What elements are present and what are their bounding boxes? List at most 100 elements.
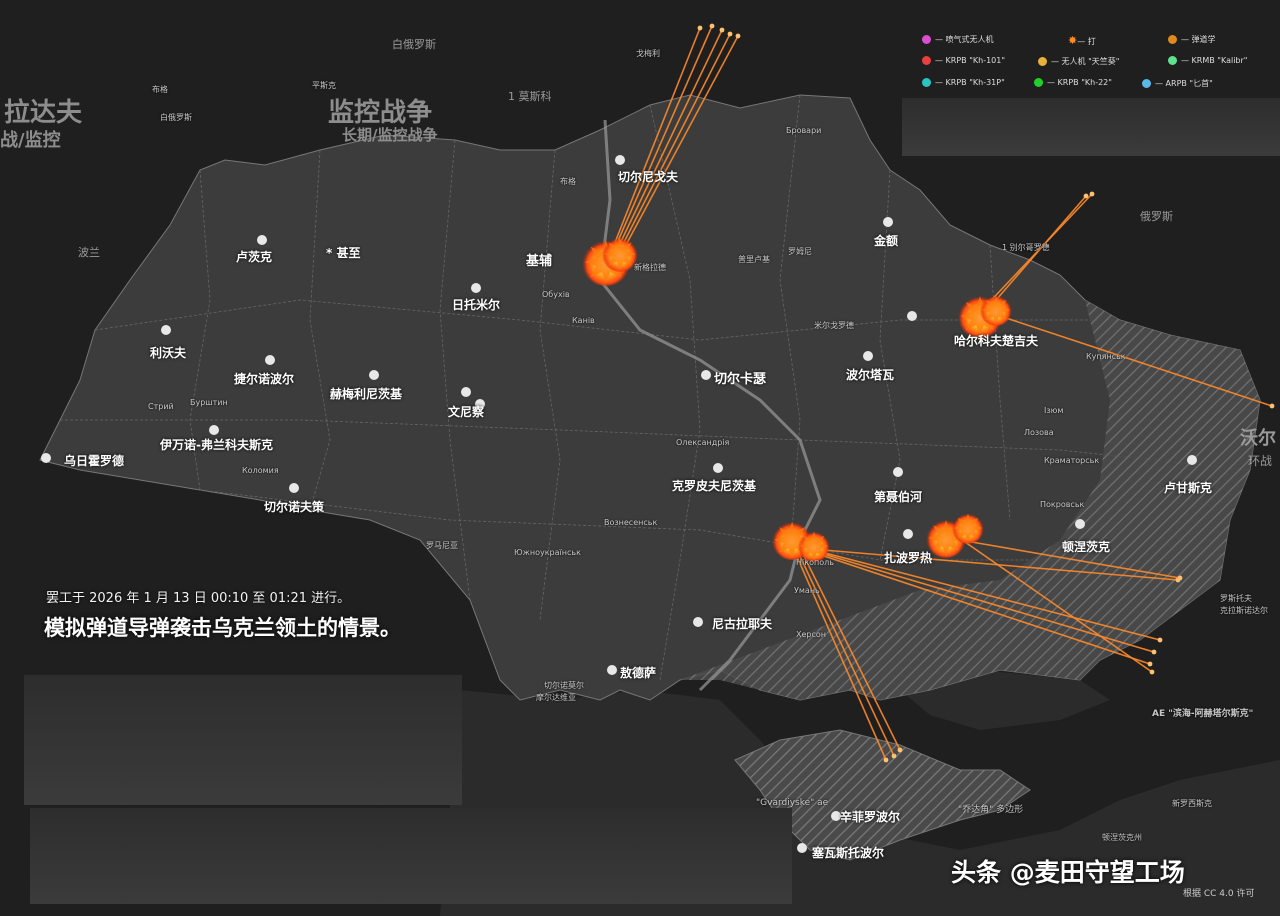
small-label: 新格拉德 [634, 263, 666, 272]
missile-head [709, 23, 715, 29]
blank-panel-left [24, 675, 462, 805]
small-label: Обухів [542, 290, 570, 299]
legend-blank-panel [902, 98, 1280, 156]
city-ternopil: 捷尔诺波尔 [234, 372, 295, 386]
small-label: Коломия [242, 466, 279, 475]
small-label: Ізюм [1044, 406, 1064, 415]
small-label: Херсон [796, 630, 827, 639]
label-mozyr: 1 莫斯科 [508, 90, 552, 103]
missile-head [1157, 637, 1163, 643]
small-label: 1 别尔哥罗德 [1002, 243, 1050, 252]
kalibr-icon [1168, 56, 1177, 65]
city-uzhhorod: 乌日霍罗德 [64, 454, 125, 468]
small-label: Покровськ [1040, 500, 1085, 509]
legend: — 喷气式无人机 ✸— 打 — 弹道学 — KRPB "Kh-101" — 无人… [912, 28, 1272, 100]
legend-item: — KRMB "Kalibr" [1168, 56, 1247, 65]
city-marker [607, 665, 617, 675]
city-odesa: 敖德萨 [620, 666, 657, 680]
city-khmelnytskyi: 赫梅利尼茨基 [330, 387, 403, 401]
small-label: Купянськ [1086, 352, 1126, 361]
small-label: Лозова [1024, 428, 1054, 437]
small-label: 罗马尼亚 [426, 541, 458, 550]
small-label: Канів [572, 316, 595, 325]
legend-item: — KRPB "Kh-22" [1034, 78, 1112, 87]
city-chernihiv: 切尔尼戈夫 [618, 170, 679, 184]
city-marker [209, 425, 219, 435]
legend-item: — KRPB "Kh-31P" [922, 78, 1005, 87]
city-marker [883, 217, 893, 227]
caption-title: 模拟弹道导弹袭击乌克兰领土的情景。 [44, 616, 401, 640]
small-label: 切尔诺莫尔 [544, 681, 584, 690]
city-marker [907, 311, 917, 321]
missile-head [1149, 669, 1155, 675]
explosion-burst [799, 531, 829, 561]
city-kharkiv: 哈尔科夫楚吉夫 [954, 334, 1039, 348]
label-russia: 俄罗斯 [1140, 210, 1173, 223]
missile-head [719, 27, 725, 33]
small-label: Стрий [148, 402, 174, 411]
small-label: 罗斯托夫 [1220, 594, 1252, 603]
legend-item: — 喷气式无人机 [922, 34, 994, 45]
city-marker [461, 387, 471, 397]
small-label: Бровари [786, 126, 822, 135]
missile-head [727, 31, 733, 37]
city-simferopol: 辛菲罗波尔 [840, 810, 901, 824]
map-label-left-big: 拉达夫 [4, 98, 83, 128]
annotation: 沃尔 [1240, 428, 1276, 449]
kh22-icon [1034, 78, 1043, 87]
small-label: 白俄罗斯 [160, 113, 192, 122]
city-lviv: 利沃夫 [150, 346, 187, 360]
explosion-burst [981, 295, 1011, 325]
legend-item: — KRPB "Kh-101" [922, 56, 1005, 65]
label-belarus: 白俄罗斯 [392, 38, 436, 51]
city-marker [369, 370, 379, 380]
small-label: Олександрія [676, 438, 730, 447]
city-marker [471, 283, 481, 293]
kh101-icon [922, 56, 931, 65]
small-label: Краматорськ [1044, 456, 1100, 465]
legend-item: — ARPB "匕首" [1142, 78, 1213, 89]
city-marker [701, 370, 711, 380]
missile-head [1269, 403, 1275, 409]
annotation: 环战 [1248, 454, 1273, 468]
label-bug: 布格 [152, 85, 168, 94]
city-marker [693, 617, 703, 627]
blank-panel-bottom [30, 808, 792, 904]
small-label: 新罗西斯克 [1172, 799, 1212, 808]
missile-head [1177, 575, 1183, 581]
map-label-left-sub: 战/监控 [0, 130, 61, 151]
watermark: 头条 @麦田守望工场 [951, 858, 1185, 887]
city-marker [257, 235, 267, 245]
explosion-icon: ✸ [1068, 34, 1078, 47]
legend-item: ✸— 打 [1068, 34, 1096, 47]
annotation: AE "滨海-阿赫塔尔斯克" [1152, 709, 1254, 719]
missile-head [897, 747, 903, 753]
small-label: Умань [794, 586, 820, 595]
map-label-center-sub: 长期/监控战争 [342, 126, 438, 144]
missile-head [1083, 193, 1089, 199]
annotation: "乔达角" 多边形 [958, 805, 1024, 815]
city-marker [1075, 519, 1085, 529]
small-label: 普里卢基 [738, 255, 770, 264]
missile-head [1089, 191, 1095, 197]
city-zaporizhzhia: 扎波罗热 [884, 551, 933, 565]
license-note: 根据 CC 4.0 许可 [1183, 889, 1255, 899]
ballistic-icon [1168, 35, 1177, 44]
legend-item: — 无人机 "天竺葵" [1038, 56, 1119, 67]
city-marker [713, 463, 723, 473]
city-marker [615, 155, 625, 165]
city-kropyvnytskyi: 克罗皮夫尼茨基 [672, 479, 757, 493]
city-marker [893, 467, 903, 477]
explosion-burst [953, 513, 983, 543]
city-cherkasy: 切尔卡瑟 [714, 372, 767, 387]
city-marker [863, 351, 873, 361]
missile-head [735, 33, 741, 39]
city-lutsk: 卢茨克 [236, 250, 273, 264]
small-label: 摩尔达维亚 [536, 693, 576, 702]
label-pinsk: 平斯克 [312, 81, 336, 90]
small-label: 罗姆尼 [788, 247, 812, 256]
missile-head [697, 25, 703, 31]
label-poland: 波兰 [78, 246, 100, 259]
small-label: 米尔戈罗德 [814, 321, 854, 330]
small-label: 顿涅茨克州 [1102, 833, 1142, 842]
